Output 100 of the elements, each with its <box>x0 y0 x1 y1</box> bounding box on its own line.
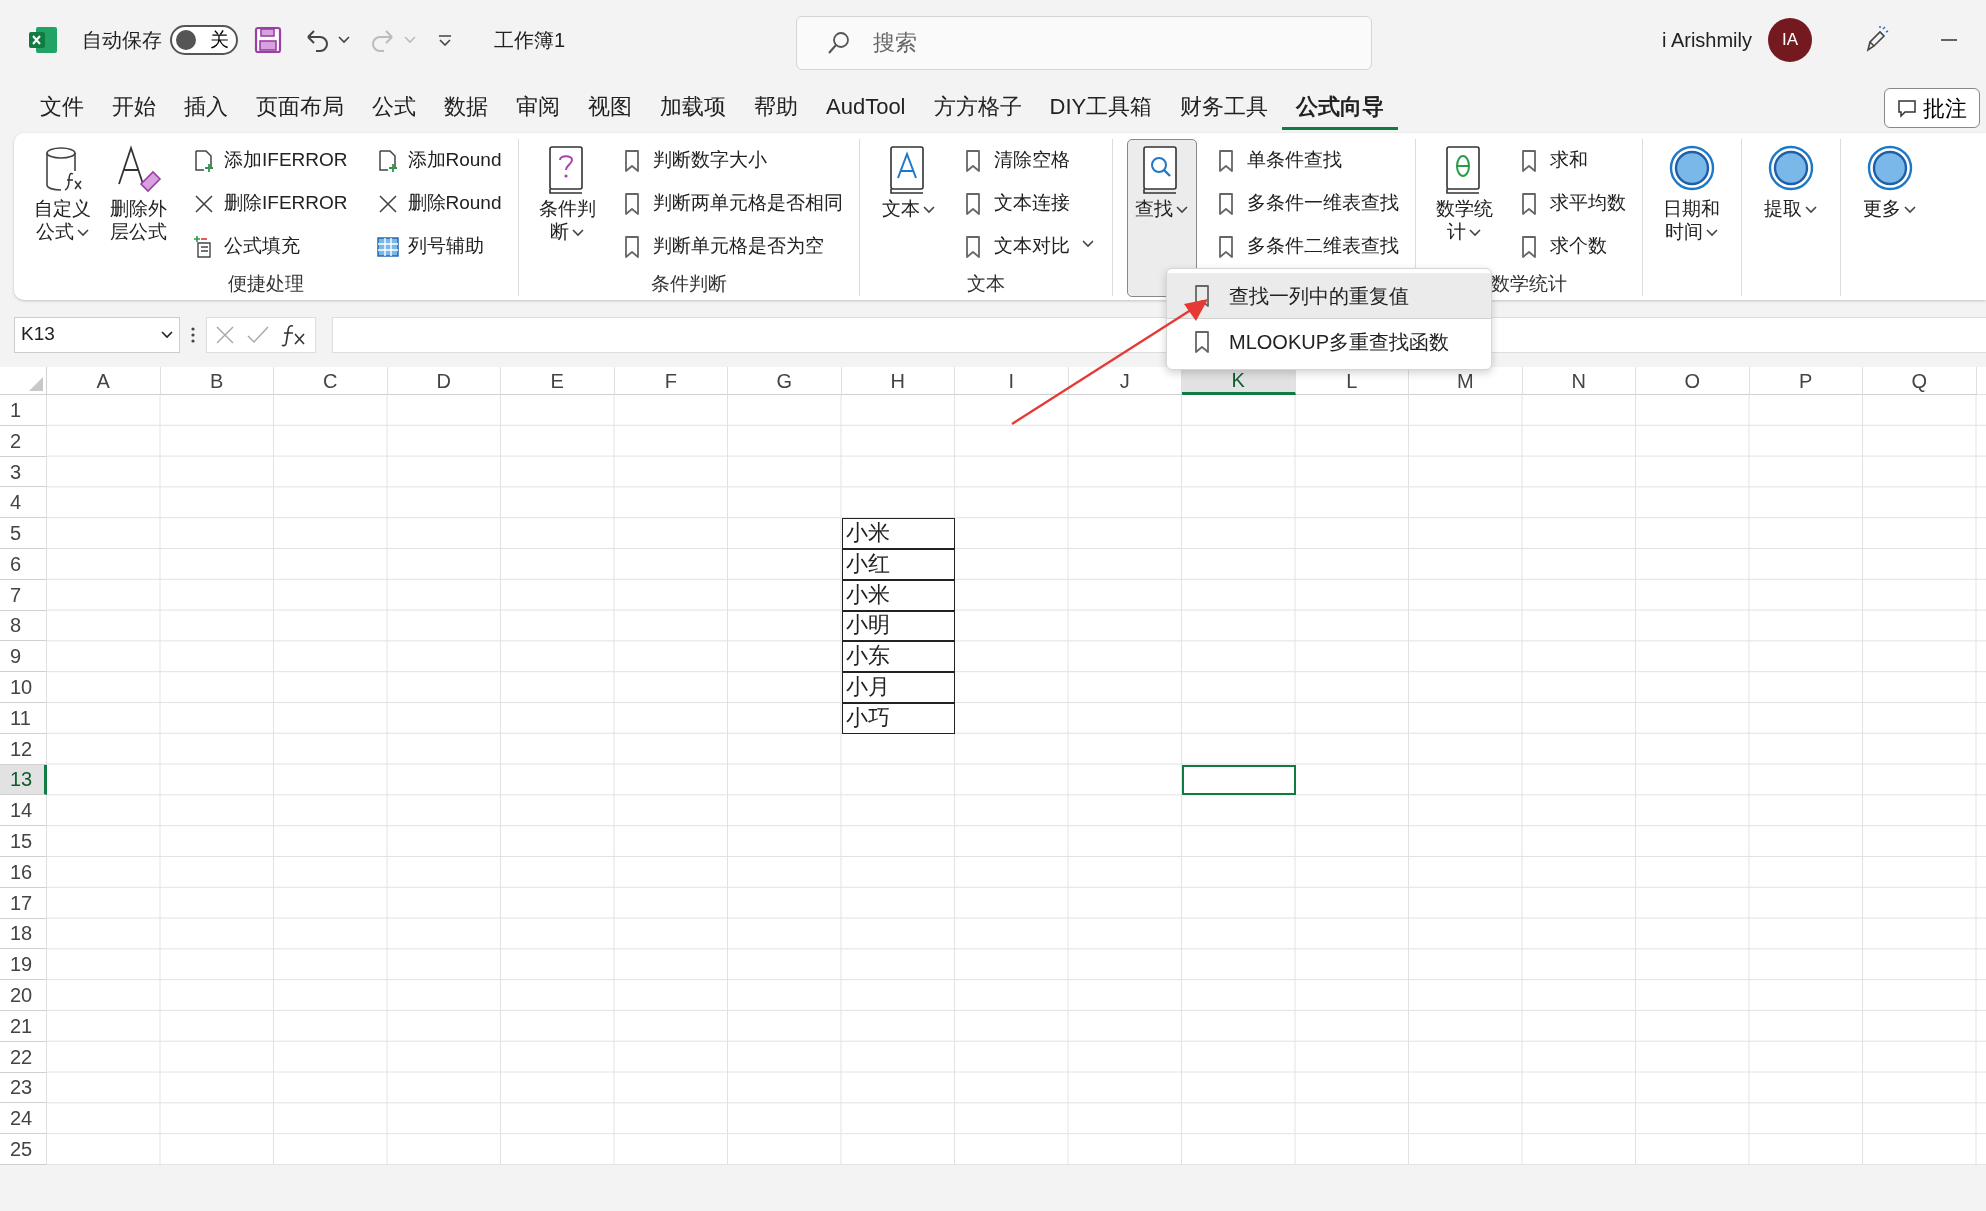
ribbon-item[interactable]: 求个数 <box>1515 225 1628 268</box>
ribbon-item[interactable]: 添加Round <box>373 139 504 182</box>
ribbon-button[interactable]: 数学统计 <box>1429 139 1500 251</box>
ribbon-item[interactable]: 判断单元格是否为空 <box>618 225 845 268</box>
ribbon-item[interactable]: 单条件查找 <box>1212 139 1401 182</box>
menu-tab[interactable]: 公式向导 <box>1282 84 1399 130</box>
table-cell: 小米 <box>841 518 955 549</box>
search-icon <box>826 30 852 56</box>
function-icon[interactable] <box>281 322 307 347</box>
ribbon-item[interactable]: 添加IFERROR <box>190 139 350 182</box>
menu-tab[interactable]: 开始 <box>98 84 170 130</box>
ribbon-button[interactable]: 自定义公式 <box>28 139 98 251</box>
column-header[interactable]: G <box>728 367 842 395</box>
caret-icon <box>1176 206 1188 214</box>
ribbon-button[interactable]: 日期和时间 <box>1656 139 1727 251</box>
menu-tab[interactable]: 插入 <box>170 84 242 130</box>
row-header[interactable]: 19 <box>0 949 47 981</box>
ribbon-item[interactable]: 判断两单元格是否相同 <box>618 182 845 225</box>
autosave-label: 自动保存 <box>82 28 162 53</box>
ribbon-button[interactable]: 更多 <box>1854 139 1925 228</box>
column-header[interactable]: A <box>47 367 161 395</box>
workbook-title: 工作簿1 <box>494 28 566 53</box>
redo-icon <box>370 27 396 53</box>
menu-tab[interactable]: 公式 <box>358 84 430 130</box>
ribbon-item[interactable]: 文本连接 <box>959 182 1072 225</box>
excel-logo-icon <box>28 26 58 54</box>
row-header[interactable]: 9 <box>0 641 47 673</box>
row-header[interactable]: 14 <box>0 795 47 827</box>
group-label: 条件判断 <box>650 273 727 296</box>
ribbon-item[interactable]: 公式填充 <box>190 225 350 268</box>
save-icon[interactable] <box>254 26 282 54</box>
selected-cell[interactable] <box>1182 764 1296 796</box>
menu-tab[interactable]: 帮助 <box>740 84 812 130</box>
row-header[interactable]: 4 <box>0 487 47 519</box>
table-cell: 小月 <box>841 672 955 703</box>
caret-icon <box>923 206 935 214</box>
caret-icon <box>1081 239 1094 248</box>
name-box[interactable]: K13 <box>14 316 180 353</box>
table-cell: 小米 <box>841 579 955 611</box>
menu-tab[interactable]: 审阅 <box>502 84 574 130</box>
caret-icon <box>161 330 173 339</box>
ribbon-item[interactable]: 判断数字大小 <box>618 139 845 182</box>
ribbon-item[interactable]: 多条件二维表查找 <box>1212 225 1401 268</box>
menu-tab[interactable]: 财务工具 <box>1166 84 1283 130</box>
row-header[interactable]: 10 <box>0 672 47 703</box>
ribbon-item[interactable]: 删除Round <box>373 182 504 225</box>
autosave-toggle[interactable]: 关 <box>170 25 238 55</box>
customize-icon[interactable] <box>438 34 452 46</box>
caret-icon <box>77 228 90 237</box>
column-header[interactable]: M <box>1409 367 1523 395</box>
user-avatar[interactable]: IA <box>1768 18 1812 62</box>
row-header[interactable]: 20 <box>0 980 47 1011</box>
comment-icon <box>1897 98 1917 118</box>
menu-tab[interactable]: DIY工具箱 <box>1035 84 1167 130</box>
ribbon-item[interactable]: 求平均数 <box>1515 182 1628 225</box>
ribbon-item[interactable]: 文本对比 <box>959 225 1072 268</box>
menu-item[interactable]: MLOOKUP多重查找函数 <box>1167 319 1491 365</box>
ribbon-item[interactable]: 求和 <box>1515 139 1628 182</box>
menu-tab[interactable]: 页面布局 <box>242 84 358 130</box>
column-header[interactable]: E <box>501 367 615 395</box>
menu-tab[interactable]: 视图 <box>574 84 646 130</box>
ribbon-item[interactable]: 多条件一维表查找 <box>1212 182 1401 225</box>
menu-tab[interactable]: 加载项 <box>646 84 740 130</box>
column-header[interactable]: O <box>1636 367 1750 395</box>
column-header[interactable]: C <box>274 367 388 395</box>
ribbon-item[interactable]: 清除空格 <box>959 139 1072 182</box>
group-label: 数学统计 <box>1490 273 1567 296</box>
caret-icon <box>1469 228 1482 237</box>
row-header[interactable]: 13 <box>0 764 47 796</box>
undo-icon[interactable] <box>304 27 330 53</box>
search-field[interactable]: 搜索 <box>796 16 1372 70</box>
menu-tab[interactable]: 方方格子 <box>919 84 1036 130</box>
caret-icon <box>1805 206 1817 214</box>
corner-triangle-icon <box>29 377 43 391</box>
group-label: 便捷处理 <box>227 273 304 296</box>
caret-icon <box>1904 206 1916 214</box>
table-cell: 小巧 <box>841 702 955 734</box>
more-options-icon[interactable] <box>190 325 196 344</box>
row-header[interactable]: 15 <box>0 826 47 857</box>
ribbon-button[interactable]: 删除外层公式 <box>104 139 174 251</box>
menu-tab[interactable]: 数据 <box>430 84 502 130</box>
menu-tab[interactable]: AudTool <box>812 84 920 130</box>
add-document-icon <box>192 148 216 173</box>
ribbon-button[interactable]: 提取 <box>1755 139 1826 228</box>
menu-tab[interactable]: 文件 <box>26 84 98 130</box>
ribbon-button[interactable]: 文本 <box>873 139 944 228</box>
ribbon-item[interactable]: 删除IFERROR <box>190 182 350 225</box>
comment-button[interactable]: 批注 <box>1884 88 1980 128</box>
ribbon-button[interactable]: 条件判断 <box>532 139 603 251</box>
eraser-icon <box>115 144 163 194</box>
row-header[interactable]: 5 <box>0 518 47 549</box>
row-header[interactable]: 24 <box>0 1103 47 1135</box>
menu-item[interactable]: 查找一列中的重复值 <box>1167 273 1491 319</box>
table-cell: 小红 <box>841 549 955 580</box>
ribbon-button[interactable]: 查找 <box>1126 139 1197 297</box>
caret-icon <box>404 36 416 44</box>
caret-icon <box>572 228 585 237</box>
column-header[interactable]: I <box>955 367 1069 395</box>
ribbon-item[interactable]: 列号辅助 <box>373 225 504 268</box>
column-header[interactable]: Q <box>1863 367 1977 395</box>
